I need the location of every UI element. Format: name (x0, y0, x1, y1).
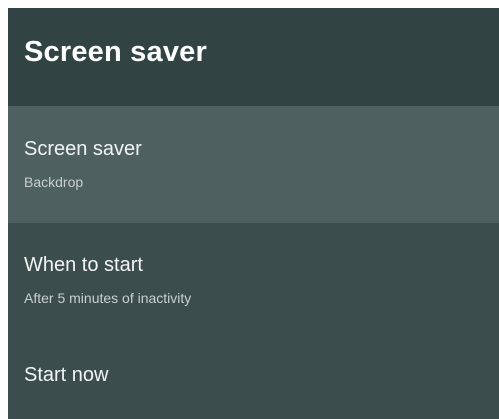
setting-item-summary: After 5 minutes of inactivity (24, 289, 192, 306)
setting-item-when-to-start[interactable]: When to start After 5 minutes of inactiv… (8, 223, 499, 340)
page-header: Screen saver (8, 8, 499, 106)
setting-item-screen-saver[interactable]: Screen saver Backdrop (8, 106, 499, 223)
setting-item-summary: Backdrop (24, 173, 84, 190)
setting-item-title: When to start (24, 253, 143, 276)
setting-item-title: Start now (24, 363, 109, 386)
setting-item-start-now[interactable]: Start now (8, 340, 499, 419)
setting-item-title: Screen saver (24, 137, 142, 160)
settings-panel: Screen saver Screen saver Backdrop When … (8, 8, 499, 419)
page-title: Screen saver (24, 35, 207, 68)
